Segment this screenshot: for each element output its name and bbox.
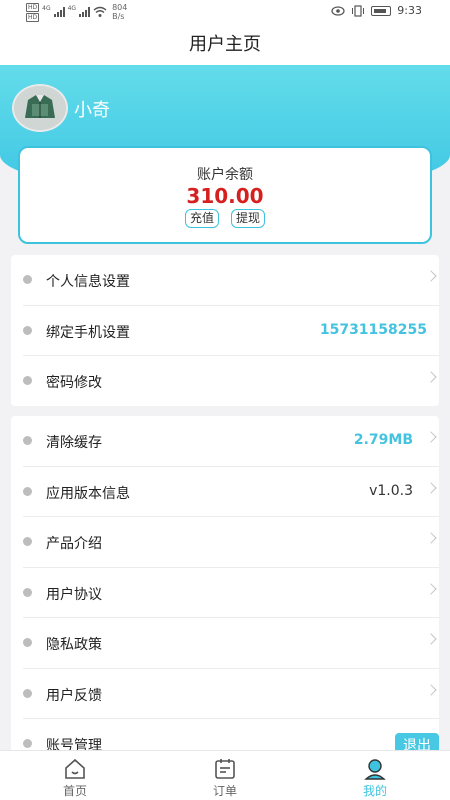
phone-number: 15731158255 — [319, 321, 427, 338]
home-icon — [65, 758, 85, 779]
balance-amount: 310.00 — [186, 184, 264, 208]
bullet-dot — [23, 587, 32, 597]
row-clear-cache[interactable]: 清除缓存 2.79MB — [23, 416, 439, 467]
avatar[interactable] — [12, 84, 68, 132]
row-label: 应用版本信息 — [46, 485, 130, 502]
row-personal-info[interactable]: 个人信息设置 — [23, 255, 439, 306]
balance-card: 账户余额 310.00 充值 提现 — [18, 146, 432, 244]
row-change-password[interactable]: 密码修改 — [23, 356, 439, 407]
chevron-right-icon — [425, 371, 437, 383]
status-bar: HD HD 4G 4G 804 B/s 9:33 — [0, 0, 450, 24]
row-label: 用户协议 — [46, 586, 102, 603]
row-label: 密码修改 — [46, 375, 102, 391]
chevron-right-icon — [425, 431, 437, 443]
battery-icon — [371, 5, 392, 16]
bullet-dot — [23, 486, 32, 496]
net-speed: 804 B/s — [112, 3, 128, 21]
row-user-agreement[interactable]: 用户协议 — [23, 568, 439, 618]
account-settings-group: 个人信息设置 绑定手机设置 15731158255 密码修改 — [11, 255, 439, 406]
tab-mine[interactable]: 我的 — [300, 751, 450, 800]
clock: 9:33 — [397, 4, 422, 17]
chevron-right-icon — [425, 532, 437, 544]
chevron-right-icon — [425, 633, 437, 645]
network-type: 4G — [67, 5, 77, 12]
bullet-dot — [23, 638, 32, 647]
row-product-intro[interactable]: 产品介绍 — [23, 517, 439, 568]
row-privacy-policy[interactable]: 隐私政策 — [23, 618, 439, 669]
row-user-feedback[interactable]: 用户反馈 — [23, 669, 439, 719]
bullet-dot — [23, 376, 32, 385]
bottom-tab-bar: 首页 订单 我的 — [0, 750, 450, 800]
user-icon — [364, 759, 386, 780]
order-icon — [215, 759, 235, 779]
row-bind-phone[interactable]: 绑定手机设置 15731158255 — [23, 306, 439, 356]
row-label: 产品介绍 — [46, 536, 102, 552]
bullet-dot — [23, 275, 32, 284]
chevron-right-icon — [425, 683, 437, 696]
tab-home[interactable]: 首页 — [0, 751, 150, 800]
tab-label: 首页 — [62, 784, 87, 798]
bullet-dot — [23, 688, 32, 698]
chevron-right-icon — [425, 270, 437, 282]
signal-icon — [53, 7, 65, 17]
wifi-icon — [93, 6, 107, 17]
bullet-dot — [23, 325, 32, 335]
tab-label: 订单 — [212, 784, 237, 798]
row-app-version[interactable]: 应用版本信息 v1.0.3 — [23, 467, 439, 517]
hd-badge: HD — [26, 3, 40, 12]
cache-size: 2.79MB — [353, 432, 413, 448]
hd-badge: HD — [26, 13, 40, 22]
page-title: 用户主页 — [0, 24, 450, 65]
bullet-dot — [23, 537, 32, 546]
row-label: 用户反馈 — [46, 687, 102, 704]
bullet-dot — [23, 436, 32, 445]
row-label: 个人信息设置 — [46, 274, 130, 290]
chevron-right-icon — [425, 481, 437, 494]
vibrate-icon — [352, 4, 365, 17]
chevron-right-icon — [425, 582, 437, 595]
recharge-button[interactable]: 充值 — [184, 209, 219, 228]
row-label: 隐私政策 — [46, 637, 102, 653]
row-label: 绑定手机设置 — [46, 324, 130, 341]
app-settings-group: 清除缓存 2.79MB 应用版本信息 v1.0.3 产品介绍 用户协议 隐私政策… — [11, 416, 439, 756]
username: 小奇 — [74, 100, 110, 121]
eye-icon — [331, 5, 345, 16]
signal-icon — [79, 7, 91, 17]
bullet-dot — [23, 739, 32, 748]
tab-label: 我的 — [362, 784, 387, 798]
row-label: 清除缓存 — [46, 435, 102, 451]
app-version: v1.0.3 — [369, 482, 413, 499]
tab-orders[interactable]: 订单 — [150, 751, 300, 800]
withdraw-button[interactable]: 提现 — [231, 209, 266, 228]
balance-label: 账户余额 — [197, 167, 253, 183]
network-type: 4G — [42, 5, 51, 12]
